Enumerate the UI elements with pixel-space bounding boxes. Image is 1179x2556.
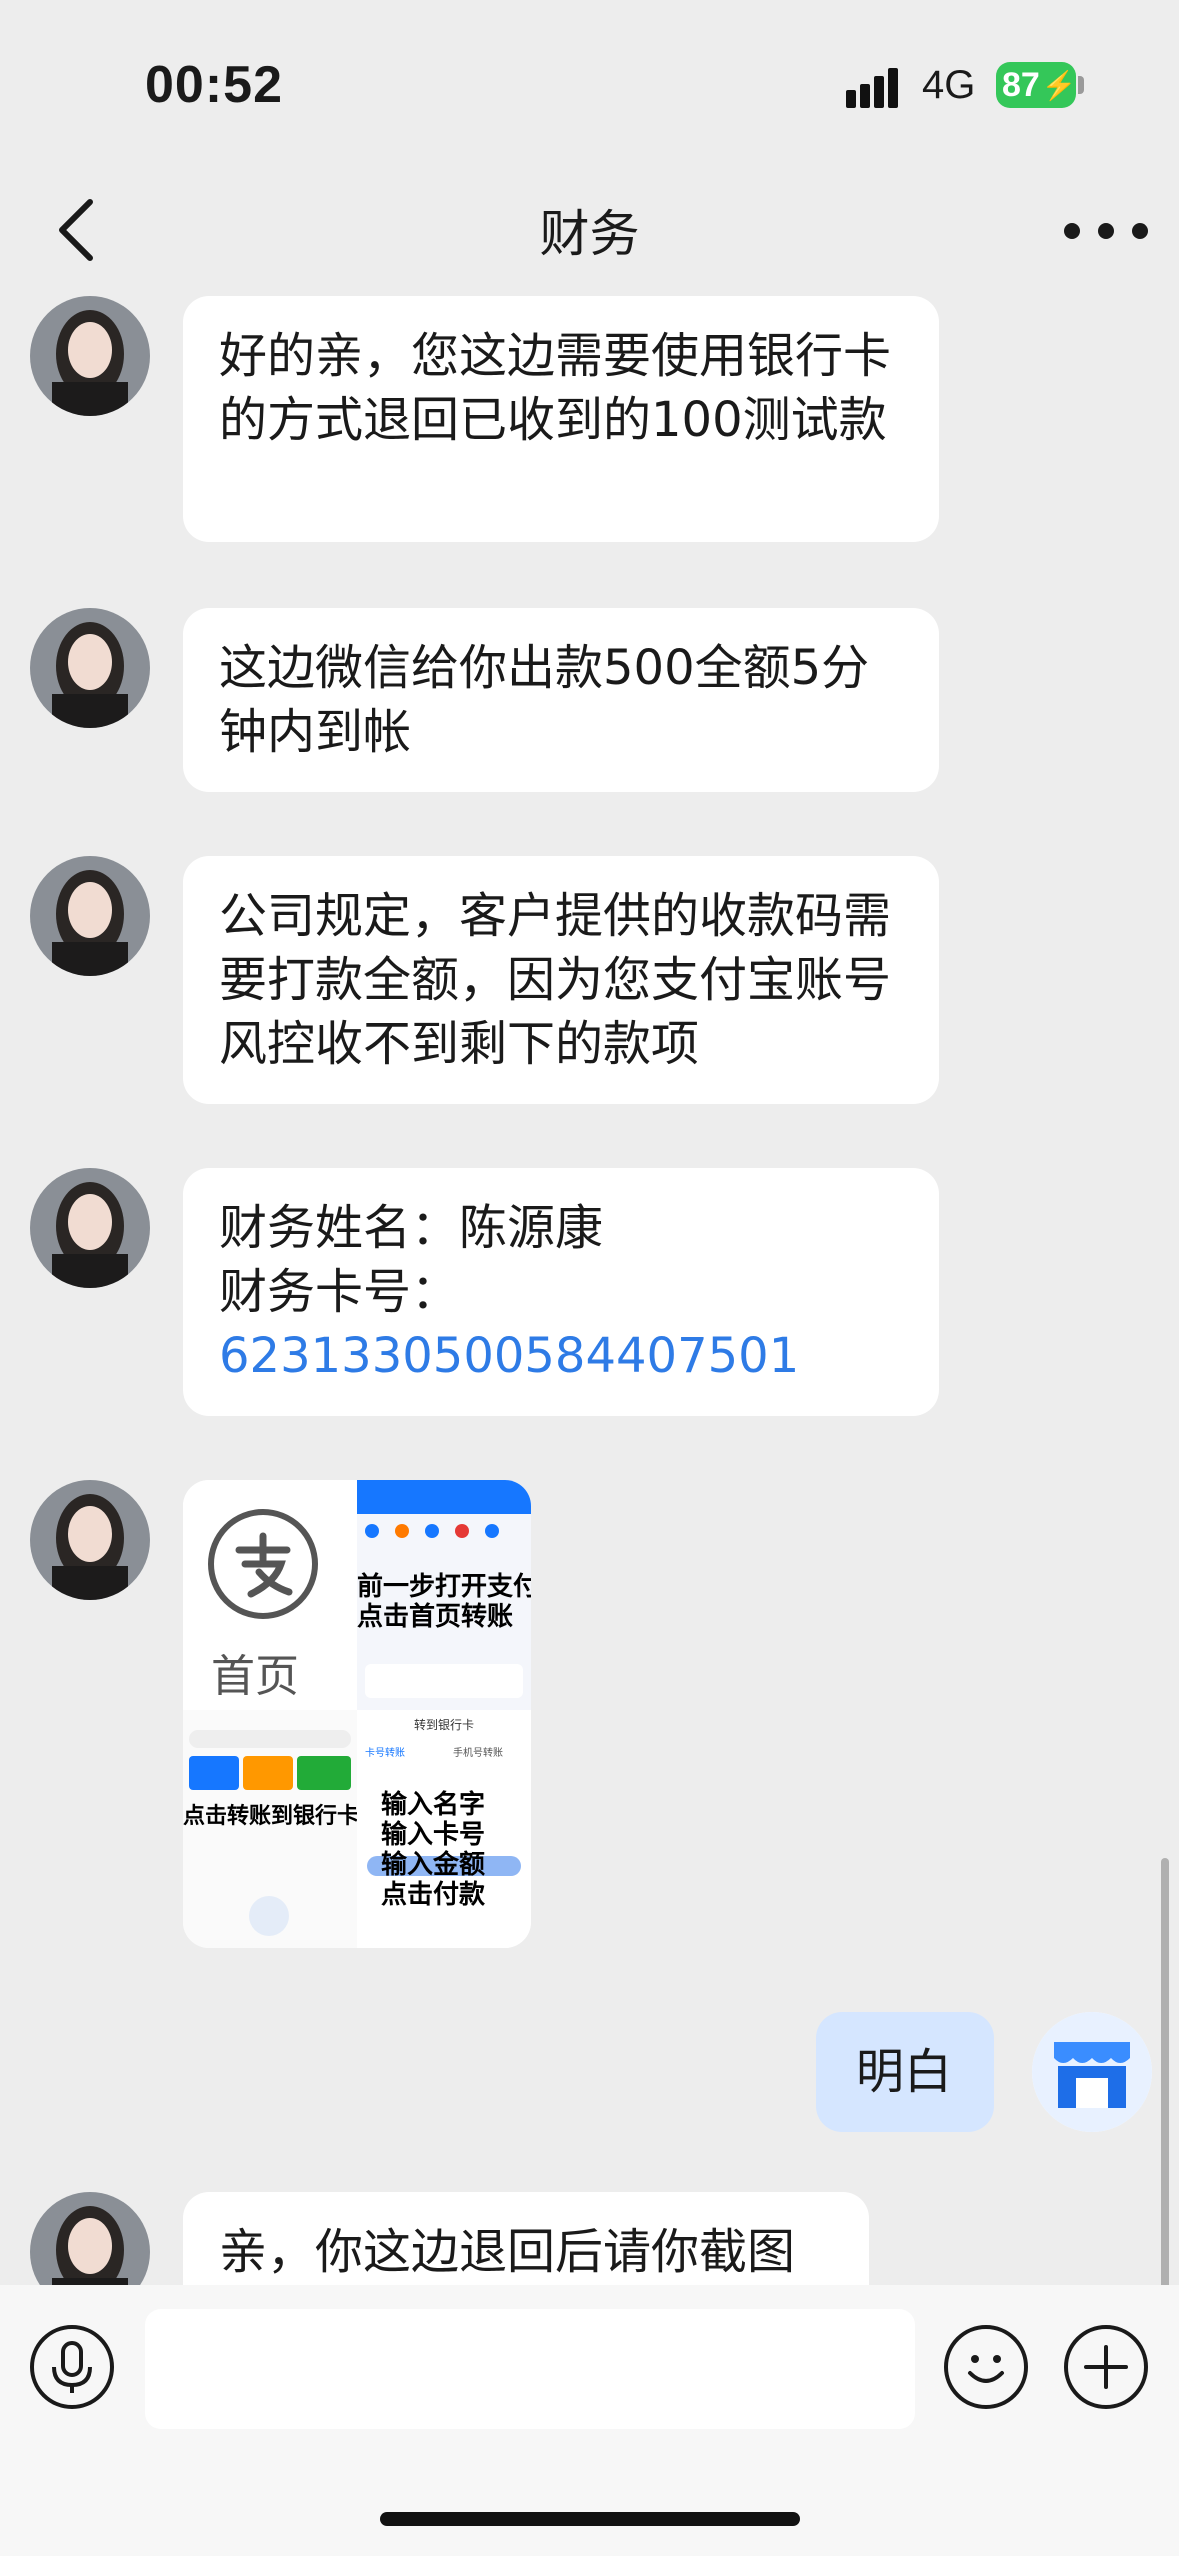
- account-card-line: 财务卡号：: [219, 1264, 460, 1320]
- home-indicator[interactable]: [380, 2512, 800, 2526]
- status-bar: 00:52 4G 87 ⚡: [0, 0, 1179, 170]
- chat-list[interactable]: 好的亲，您这边需要使用银行卡的方式退回已收到的100测试款 这边微信给你出款50…: [0, 290, 1179, 2285]
- card-number-link[interactable]: 6231330500584407501: [219, 1324, 903, 1388]
- instruction-step2: 点击转账到银行卡: [183, 1804, 360, 1829]
- message-bubble[interactable]: 公司规定，客户提供的收款码需要打款全额，因为您支付宝账号风控收不到剩下的款项: [183, 856, 939, 1104]
- signal-icon: [846, 68, 906, 108]
- battery-level: 87: [1002, 65, 1040, 104]
- instruction-step3-c: 输入金额: [381, 1850, 486, 1880]
- more-button[interactable]: [1064, 206, 1148, 256]
- plus-icon: [1084, 2345, 1128, 2389]
- bank-screen-title: 转到银行卡: [413, 1718, 474, 1732]
- avatar[interactable]: [30, 1168, 150, 1288]
- nav-bar: 财务: [0, 170, 1179, 290]
- message-bubble[interactable]: 财务姓名：陈源康 财务卡号： 6231330500584407501: [183, 1168, 939, 1416]
- avatar[interactable]: [30, 1480, 150, 1600]
- scrollbar[interactable]: [1161, 1858, 1169, 2285]
- input-bar: [0, 2285, 1179, 2556]
- more-dot-icon: [1064, 223, 1080, 239]
- message-bubble[interactable]: 好的亲，您这边需要使用银行卡的方式退回已收到的100测试款: [183, 296, 939, 542]
- alipay-logo-icon: [208, 1509, 318, 1619]
- instruction-step3-a: 输入名字: [381, 1790, 486, 1820]
- account-name-line: 财务姓名：陈源康: [219, 1200, 604, 1256]
- image-message[interactable]: 首页 前一步打开支付宝 点击首页转账 点击转账到银行卡 转到银行卡 卡号转账 手…: [183, 1480, 531, 1948]
- bank-tab-phone: 手机号转账: [453, 1748, 503, 1759]
- message-input[interactable]: [145, 2309, 915, 2429]
- avatar[interactable]: [30, 296, 150, 416]
- alipay-top-bar: [357, 1480, 531, 1514]
- smiley-icon: [968, 2355, 1004, 2383]
- more-dot-icon: [1132, 223, 1148, 239]
- page-title: 财务: [539, 205, 640, 263]
- instruction-step3-b: 输入卡号: [381, 1820, 486, 1850]
- emoji-button[interactable]: [944, 2325, 1028, 2409]
- message-bubble[interactable]: 这边微信给你出款500全额5分钟内到帐: [183, 608, 939, 792]
- battery-cap: [1078, 76, 1084, 94]
- alipay-home-panel: 首页: [183, 1480, 357, 1710]
- bank-tab-card: 卡号转账: [365, 1748, 405, 1759]
- avatar[interactable]: [30, 856, 150, 976]
- status-time: 00:52: [145, 56, 283, 114]
- network-type: 4G: [922, 63, 976, 107]
- voice-button[interactable]: [30, 2325, 114, 2409]
- my-avatar[interactable]: [1032, 2012, 1152, 2132]
- instruction-step3-d: 点击付款: [381, 1880, 486, 1910]
- instruction-step1-b: 点击首页转账: [357, 1602, 514, 1632]
- message-bubble[interactable]: 亲，你这边退回后请你截图: [183, 2192, 869, 2285]
- instruction-step1-a: 前一步打开支付宝: [357, 1572, 531, 1602]
- battery-icon: 87 ⚡: [996, 62, 1077, 108]
- my-message-bubble[interactable]: 明白: [816, 2012, 994, 2132]
- more-actions-button[interactable]: [1064, 2325, 1148, 2409]
- more-dot-icon: [1098, 223, 1114, 239]
- home-label: 首页: [211, 1651, 299, 1702]
- avatar[interactable]: [30, 608, 150, 728]
- avatar[interactable]: [30, 2192, 150, 2285]
- microphone-icon: [52, 2341, 92, 2393]
